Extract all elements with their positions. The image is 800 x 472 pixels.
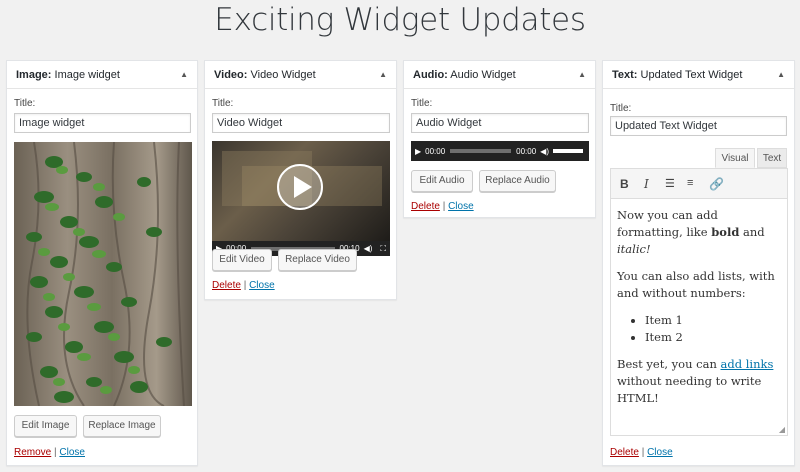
close-link[interactable]: Close bbox=[647, 447, 673, 458]
video-widget: Video: Video Widget ▲ Title: Video Widge… bbox=[204, 60, 397, 300]
editor-content[interactable]: Now you can add formatting, like bold an… bbox=[617, 207, 785, 417]
add-links-link[interactable]: add links bbox=[721, 357, 774, 371]
page-title: Exciting Widget Updates bbox=[214, 2, 586, 38]
delete-link[interactable]: Delete bbox=[610, 447, 639, 458]
text-widget: Text: Updated Text Widget ▲ Title: Updat… bbox=[602, 60, 795, 466]
volume-bar[interactable] bbox=[553, 149, 583, 153]
title-input[interactable]: Video Widget bbox=[212, 113, 390, 133]
collapse-arrow-icon[interactable]: ▲ bbox=[578, 61, 586, 89]
text-run: without needing to write HTML! bbox=[617, 374, 762, 405]
text-run: Best yet, you can bbox=[617, 357, 721, 371]
bullet-list-icon[interactable]: ☰ bbox=[665, 177, 675, 190]
title-label: Title: bbox=[212, 98, 234, 109]
audio-player[interactable]: ▶ 00:00 00:00 ◀) bbox=[411, 141, 589, 161]
edit-audio-button[interactable]: Edit Audio bbox=[411, 170, 473, 192]
edit-video-button[interactable]: Edit Video bbox=[212, 249, 272, 271]
play-icon[interactable]: ▶ bbox=[415, 147, 421, 156]
close-link[interactable]: Close bbox=[448, 201, 474, 212]
collapse-arrow-icon[interactable]: ▲ bbox=[180, 61, 188, 89]
text-widget-header[interactable]: Text: Updated Text Widget ▲ bbox=[603, 61, 794, 89]
text-run: and bbox=[739, 225, 765, 239]
widget-type: Text: bbox=[612, 69, 638, 81]
widget-name: Updated Text Widget bbox=[640, 69, 743, 81]
title-input[interactable]: Audio Widget bbox=[411, 113, 589, 133]
text-editor[interactable]: B I ☰ ≡ 🔗 Now you can add formatting, li… bbox=[610, 168, 788, 436]
bullet-list: Item 1 Item 2 bbox=[645, 312, 785, 346]
image-widget: Image: Image widget ▲ Title: Image widge… bbox=[6, 60, 198, 466]
current-time: 00:00 bbox=[425, 146, 446, 156]
widget-actions: Delete | Close bbox=[411, 201, 474, 212]
edit-image-button[interactable]: Edit Image bbox=[14, 415, 77, 437]
close-link[interactable]: Close bbox=[59, 447, 85, 458]
paragraph-formatting: Now you can add formatting, like bold an… bbox=[617, 207, 785, 258]
audio-widget: Audio: Audio Widget ▲ Title: Audio Widge… bbox=[403, 60, 596, 218]
title-label: Title: bbox=[610, 103, 632, 114]
bold-icon[interactable]: B bbox=[620, 177, 629, 191]
widget-type: Image: bbox=[16, 69, 52, 81]
resize-handle-icon[interactable]: ◢ bbox=[779, 425, 785, 434]
text-run: Now you can add formatting, like bbox=[617, 208, 718, 239]
title-input[interactable]: Updated Text Widget bbox=[610, 116, 787, 136]
delete-link[interactable]: Delete bbox=[212, 280, 241, 291]
volume-icon[interactable]: ◀) bbox=[364, 244, 373, 253]
title-label: Title: bbox=[14, 98, 36, 109]
remove-link[interactable]: Remove bbox=[14, 447, 51, 458]
replace-audio-button[interactable]: Replace Audio bbox=[479, 170, 556, 192]
paragraph-lists: You can also add lists, with and without… bbox=[617, 269, 775, 300]
tab-visual[interactable]: Visual bbox=[715, 148, 755, 168]
replace-image-button[interactable]: Replace Image bbox=[83, 415, 161, 437]
delete-link[interactable]: Delete bbox=[411, 201, 440, 212]
ivy-image bbox=[14, 142, 192, 406]
bold-text: bold bbox=[711, 225, 740, 239]
video-thumbnail[interactable] bbox=[212, 141, 390, 241]
widget-actions: Remove | Close bbox=[14, 447, 85, 458]
paragraph-links: Best yet, you can add links without need… bbox=[617, 356, 785, 407]
widget-type: Video: bbox=[214, 69, 248, 81]
collapse-arrow-icon[interactable]: ▲ bbox=[379, 61, 387, 89]
italic-text: italic! bbox=[617, 242, 651, 256]
widget-actions: Delete | Close bbox=[610, 447, 673, 458]
audio-widget-header[interactable]: Audio: Audio Widget ▲ bbox=[404, 61, 595, 89]
replace-video-button[interactable]: Replace Video bbox=[278, 249, 357, 271]
list-item: Item 1 bbox=[645, 312, 785, 329]
image-widget-header[interactable]: Image: Image widget ▲ bbox=[7, 61, 197, 89]
italic-icon[interactable]: I bbox=[644, 177, 649, 191]
collapse-arrow-icon[interactable]: ▲ bbox=[777, 61, 785, 89]
editor-toolbar: B I ☰ ≡ 🔗 bbox=[611, 169, 787, 199]
title-input[interactable]: Image widget bbox=[14, 113, 191, 133]
video-widget-header[interactable]: Video: Video Widget ▲ bbox=[205, 61, 396, 89]
total-time: 00:00 bbox=[516, 146, 537, 156]
fullscreen-icon[interactable]: ⛶ bbox=[380, 244, 386, 254]
tab-text[interactable]: Text bbox=[757, 148, 787, 168]
widget-name: Audio Widget bbox=[450, 69, 516, 81]
volume-icon[interactable]: ◀) bbox=[540, 147, 549, 156]
widget-actions: Delete | Close bbox=[212, 280, 275, 291]
title-label: Title: bbox=[411, 98, 433, 109]
widget-name: Image widget bbox=[54, 69, 120, 81]
close-link[interactable]: Close bbox=[249, 280, 275, 291]
link-icon[interactable]: 🔗 bbox=[709, 177, 724, 191]
widget-type: Audio: bbox=[413, 69, 448, 81]
numbered-list-icon[interactable]: ≡ bbox=[687, 177, 693, 189]
progress-bar[interactable] bbox=[450, 149, 512, 153]
widget-name: Video Widget bbox=[250, 69, 316, 81]
list-item: Item 2 bbox=[645, 329, 785, 346]
